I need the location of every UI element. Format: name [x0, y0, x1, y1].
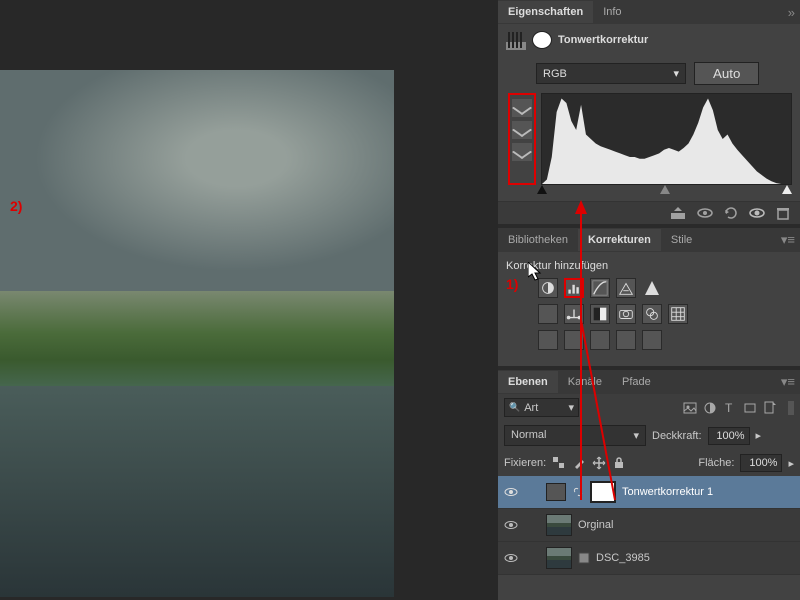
- midtone-slider-handle[interactable]: [660, 185, 670, 194]
- mask-icon: [532, 31, 552, 49]
- panel-menu-icon[interactable]: ▾≡: [781, 374, 795, 390]
- adjustment-title: Tonwertkorrektur: [558, 34, 648, 46]
- channel-mixer-adjustment-icon[interactable]: [642, 304, 662, 324]
- opacity-flyout-icon[interactable]: ▸: [756, 429, 762, 442]
- hue-sat-adjustment-icon[interactable]: [538, 304, 558, 324]
- tab-corrections[interactable]: Korrekturen: [578, 229, 661, 251]
- delete-icon[interactable]: [774, 206, 792, 220]
- highlight-slider-handle[interactable]: [782, 185, 792, 194]
- filter-type-icon[interactable]: T: [722, 400, 738, 416]
- layer-name[interactable]: Tonwertkorrektur 1: [622, 486, 713, 498]
- lock-all-icon[interactable]: [612, 456, 626, 470]
- layer-name[interactable]: DSC_3985: [596, 552, 650, 564]
- layer-filter-dropdown[interactable]: 🔍Art▾: [504, 398, 579, 417]
- tab-properties[interactable]: Eigenschaften: [498, 1, 593, 23]
- eyedropper-group: [508, 93, 536, 185]
- tab-paths[interactable]: Pfade: [612, 371, 661, 393]
- opacity-input[interactable]: 100%: [708, 427, 750, 445]
- channel-dropdown[interactable]: RGB▾: [536, 63, 686, 84]
- filter-adjustment-icon[interactable]: [702, 400, 718, 416]
- filter-smart-icon[interactable]: [762, 400, 778, 416]
- smart-object-badge-icon: [578, 552, 590, 564]
- view-previous-icon[interactable]: [696, 206, 714, 220]
- eye-icon[interactable]: [504, 485, 518, 499]
- layer-mask-thumb[interactable]: [590, 481, 616, 503]
- layer-row[interactable]: Tonwertkorrektur 1: [498, 476, 800, 509]
- lock-pixels-icon[interactable]: [572, 456, 586, 470]
- visibility-icon[interactable]: [748, 206, 766, 220]
- corrections-tabs: Bibliotheken Korrekturen Stile ▾≡: [498, 228, 800, 252]
- color-balance-adjustment-icon[interactable]: [564, 304, 584, 324]
- white-point-eyedropper-icon[interactable]: [512, 143, 532, 161]
- black-point-eyedropper-icon[interactable]: [512, 99, 532, 117]
- layers-list: Tonwertkorrektur 1 Orginal DSC_3985: [498, 476, 800, 575]
- tab-layers[interactable]: Ebenen: [498, 371, 558, 393]
- filter-toggle-icon[interactable]: [788, 401, 794, 415]
- levels-adjustment-icon[interactable]: [564, 278, 584, 298]
- fill-input[interactable]: 100%: [740, 454, 782, 472]
- auto-button[interactable]: Auto: [694, 62, 759, 85]
- canvas-area[interactable]: [0, 0, 498, 600]
- svg-text:T: T: [725, 401, 733, 415]
- tab-styles[interactable]: Stile: [661, 229, 702, 251]
- layer-row[interactable]: DSC_3985: [498, 542, 800, 575]
- properties-tabs: Eigenschaften Info »: [498, 0, 800, 24]
- add-correction-label: Korrektur hinzufügen: [506, 260, 792, 272]
- lock-transparency-icon[interactable]: [552, 456, 566, 470]
- histogram-chart[interactable]: [541, 93, 792, 185]
- levels-icon: [506, 30, 526, 50]
- adjustment-thumb-icon: [546, 483, 566, 501]
- exposure-adjustment-icon[interactable]: [616, 278, 636, 298]
- opacity-label: Deckkraft:: [652, 430, 702, 442]
- selective-color-adjustment-icon[interactable]: [642, 330, 662, 350]
- posterize-adjustment-icon[interactable]: [564, 330, 584, 350]
- properties-footer: [498, 201, 800, 224]
- eye-icon[interactable]: [504, 518, 518, 532]
- curves-adjustment-icon[interactable]: [590, 278, 610, 298]
- layer-thumb[interactable]: [546, 547, 572, 569]
- invert-adjustment-icon[interactable]: [538, 330, 558, 350]
- photo-filter-adjustment-icon[interactable]: [616, 304, 636, 324]
- tab-libraries[interactable]: Bibliotheken: [498, 229, 578, 251]
- annotation-1: 1): [506, 276, 518, 292]
- gradient-map-adjustment-icon[interactable]: [616, 330, 636, 350]
- color-lookup-adjustment-icon[interactable]: [668, 304, 688, 324]
- tab-channels[interactable]: Kanäle: [558, 371, 612, 393]
- bw-adjustment-icon[interactable]: [590, 304, 610, 324]
- lock-position-icon[interactable]: [592, 456, 606, 470]
- threshold-adjustment-icon[interactable]: [590, 330, 610, 350]
- reset-icon[interactable]: [722, 206, 740, 220]
- eye-icon[interactable]: [504, 551, 518, 565]
- annotation-2: 2): [10, 198, 22, 214]
- layers-tabs: Ebenen Kanäle Pfade ▾≡: [498, 370, 800, 394]
- tab-info[interactable]: Info: [593, 1, 631, 23]
- filter-shape-icon[interactable]: [742, 400, 758, 416]
- layer-row[interactable]: Orginal: [498, 509, 800, 542]
- link-mask-icon[interactable]: [572, 486, 584, 498]
- panel-menu-icon[interactable]: ▾≡: [781, 232, 795, 248]
- fill-label: Fläche:: [698, 457, 734, 469]
- filter-pixel-icon[interactable]: [682, 400, 698, 416]
- shadow-slider-handle[interactable]: [537, 185, 547, 194]
- layer-thumb[interactable]: [546, 514, 572, 536]
- lock-label: Fixieren:: [504, 457, 546, 469]
- blend-mode-dropdown[interactable]: Normal▾: [504, 425, 646, 446]
- brightness-contrast-icon[interactable]: [538, 278, 558, 298]
- fill-flyout-icon[interactable]: ▸: [788, 457, 794, 470]
- document-image: [0, 70, 394, 597]
- layer-name[interactable]: Orginal: [578, 519, 613, 531]
- input-levels-slider[interactable]: [542, 185, 787, 195]
- vibrance-adjustment-icon[interactable]: [642, 278, 662, 298]
- gray-point-eyedropper-icon[interactable]: [512, 121, 532, 139]
- clip-to-layer-icon[interactable]: [670, 206, 688, 220]
- panel-menu-icon[interactable]: »: [788, 5, 795, 20]
